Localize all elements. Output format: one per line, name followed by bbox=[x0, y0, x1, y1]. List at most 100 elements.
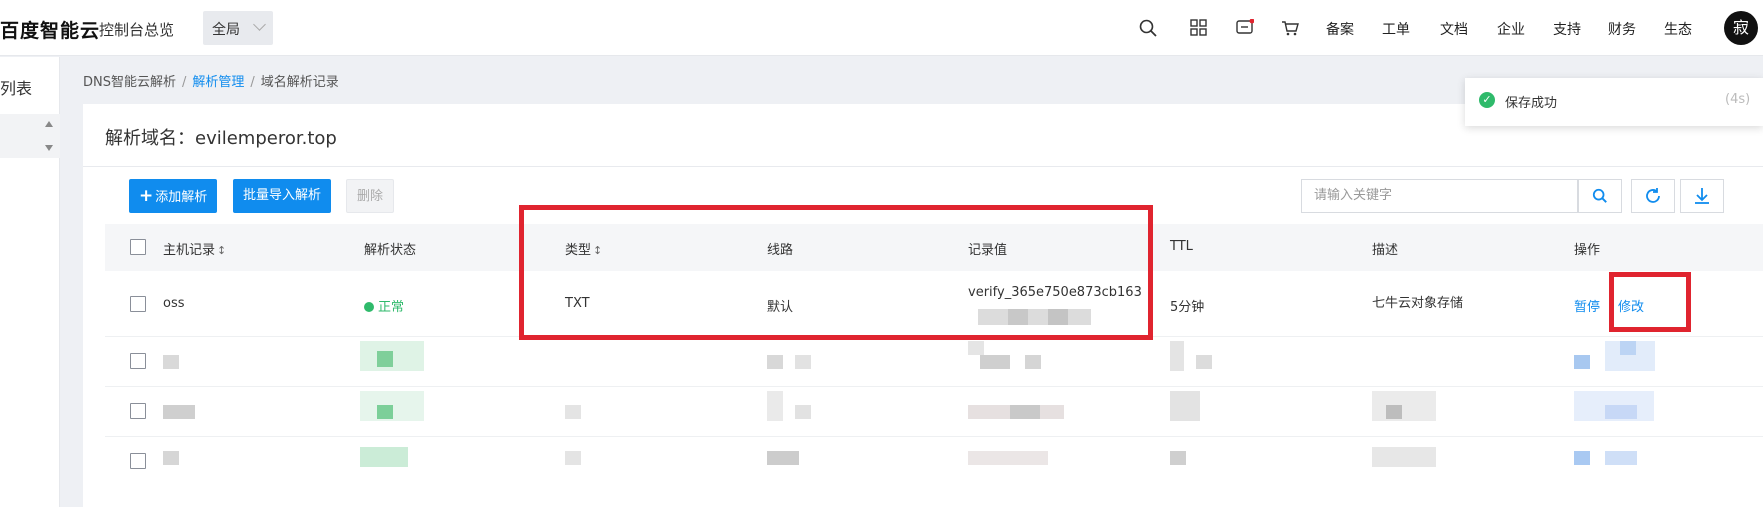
search-icon bbox=[1592, 188, 1607, 203]
redacted-cell bbox=[968, 451, 1048, 465]
redacted-cell bbox=[1010, 405, 1040, 419]
status-text: 正常 bbox=[378, 300, 405, 315]
top-nav: 百度智能云 控制台总览 全局 备案 工单 文档 企业 支持 财务 生态 寂 bbox=[0, 0, 1763, 56]
redacted-cell bbox=[767, 451, 799, 465]
breadcrumb: DNS智能云解析 / 解析管理 / 域名解析记录 bbox=[83, 71, 339, 90]
table-row-redacted bbox=[105, 437, 1763, 507]
refresh-button[interactable] bbox=[1631, 179, 1675, 213]
row-checkbox[interactable] bbox=[130, 453, 146, 469]
add-record-label: 添加解析 bbox=[155, 190, 208, 205]
avatar[interactable]: 寂 bbox=[1724, 11, 1758, 45]
search-icon[interactable] bbox=[1139, 19, 1157, 37]
redacted-cell bbox=[1605, 405, 1637, 419]
nav-link-support[interactable]: 支持 bbox=[1553, 19, 1581, 39]
column-status: 解析状态 bbox=[364, 243, 417, 258]
redacted-cell bbox=[377, 351, 393, 367]
search-input[interactable]: 请输入关键字 bbox=[1301, 179, 1578, 213]
breadcrumb-separator: / bbox=[182, 75, 187, 90]
nav-link-tickets[interactable]: 工单 bbox=[1382, 19, 1410, 39]
breadcrumb-resolve-management[interactable]: 解析管理 bbox=[192, 75, 244, 90]
add-record-button[interactable]: + 添加解析 bbox=[129, 179, 218, 213]
toast-timer: (4s) bbox=[1725, 92, 1751, 107]
breadcrumb-separator: / bbox=[250, 75, 255, 90]
sidebar-item-list[interactable]: 列表 bbox=[0, 75, 32, 99]
nav-link-finance[interactable]: 财务 bbox=[1608, 19, 1636, 39]
download-icon bbox=[1695, 188, 1709, 204]
select-all-checkbox[interactable] bbox=[130, 239, 146, 255]
redacted-cell bbox=[795, 405, 811, 419]
nav-link-enterprise[interactable]: 企业 bbox=[1497, 19, 1525, 39]
table-row-redacted bbox=[105, 387, 1763, 437]
nav-link-ecosystem[interactable]: 生态 bbox=[1664, 19, 1692, 39]
redacted-cell bbox=[163, 355, 179, 369]
record-ttl: 5分钟 bbox=[1170, 300, 1205, 315]
batch-import-button[interactable]: 批量导入解析 bbox=[233, 179, 332, 213]
column-actions: 操作 bbox=[1574, 243, 1601, 258]
scroll-down-icon[interactable] bbox=[45, 145, 53, 151]
delete-button[interactable]: 删除 bbox=[346, 179, 395, 213]
brand-logo[interactable]: 百度智能云 bbox=[0, 16, 100, 43]
page-title: 解析域名：evilemperor.top bbox=[105, 128, 337, 149]
redacted-cell bbox=[377, 405, 393, 419]
redacted-cell bbox=[360, 447, 408, 467]
breadcrumb-current: 域名解析记录 bbox=[260, 75, 339, 90]
table-row-redacted bbox=[105, 337, 1763, 387]
redacted-cell bbox=[1372, 447, 1436, 467]
record-description: 七牛云对象存储 bbox=[1372, 296, 1464, 311]
redacted-cell bbox=[565, 451, 581, 465]
scope-label: 全局 bbox=[212, 22, 240, 38]
row-checkbox[interactable] bbox=[130, 296, 146, 312]
pause-button[interactable]: 暂停 bbox=[1574, 296, 1600, 315]
divider bbox=[83, 166, 1763, 167]
column-host-label: 主机记录 bbox=[163, 243, 216, 258]
redacted-cell bbox=[1574, 355, 1590, 369]
region-scope-select[interactable]: 全局 bbox=[203, 11, 273, 45]
redacted-cell bbox=[795, 355, 811, 369]
breadcrumb-root[interactable]: DNS智能云解析 bbox=[83, 75, 176, 90]
chevron-down-icon bbox=[253, 18, 266, 31]
refresh-icon bbox=[1646, 188, 1660, 203]
plus-icon: + bbox=[139, 186, 154, 206]
redacted-cell bbox=[968, 341, 984, 355]
sidebar: 列表 bbox=[0, 57, 60, 507]
redacted-cell bbox=[980, 355, 1010, 369]
status-dot-icon bbox=[364, 302, 374, 312]
message-icon[interactable] bbox=[1236, 19, 1254, 37]
column-description: 描述 bbox=[1372, 243, 1399, 258]
search-button[interactable] bbox=[1578, 179, 1622, 213]
redacted-cell bbox=[767, 355, 783, 369]
record-host: oss bbox=[163, 296, 185, 311]
redacted-cell bbox=[565, 405, 581, 419]
row-checkbox[interactable] bbox=[130, 353, 146, 369]
redacted-cell bbox=[1386, 405, 1402, 419]
grid-apps-icon[interactable] bbox=[1190, 19, 1208, 37]
redacted-cell bbox=[1605, 451, 1637, 465]
annotation-highlight-record bbox=[519, 205, 1153, 340]
redacted-cell bbox=[1170, 451, 1186, 465]
redacted-cell bbox=[163, 405, 195, 419]
redacted-cell bbox=[1372, 391, 1436, 421]
redacted-cell bbox=[1025, 355, 1041, 369]
success-toast: ✓ 保存成功 (4s) bbox=[1465, 78, 1763, 126]
download-button[interactable] bbox=[1680, 179, 1724, 213]
nav-link-filing[interactable]: 备案 bbox=[1326, 19, 1354, 39]
redacted-cell bbox=[767, 391, 783, 421]
redacted-cell bbox=[163, 451, 179, 465]
redacted-cell bbox=[1574, 451, 1590, 465]
sort-icon[interactable]: ↕ bbox=[217, 244, 226, 257]
status-badge: 正常 bbox=[364, 296, 404, 315]
redacted-cell bbox=[1170, 341, 1184, 371]
annotation-highlight-edit bbox=[1609, 272, 1691, 332]
redacted-cell bbox=[1170, 391, 1200, 421]
redacted-cell bbox=[1196, 355, 1212, 369]
console-overview-link[interactable]: 控制台总览 bbox=[99, 19, 174, 40]
row-checkbox[interactable] bbox=[130, 403, 146, 419]
nav-link-docs[interactable]: 文档 bbox=[1440, 19, 1468, 39]
column-ttl: TTL bbox=[1170, 239, 1193, 254]
scroll-up-icon[interactable] bbox=[45, 121, 53, 127]
cart-icon[interactable] bbox=[1281, 19, 1299, 37]
column-host[interactable]: 主机记录 ↕ bbox=[163, 239, 226, 258]
redacted-cell bbox=[1620, 341, 1636, 355]
check-icon: ✓ bbox=[1479, 92, 1495, 108]
toast-message: 保存成功 bbox=[1505, 96, 1558, 111]
